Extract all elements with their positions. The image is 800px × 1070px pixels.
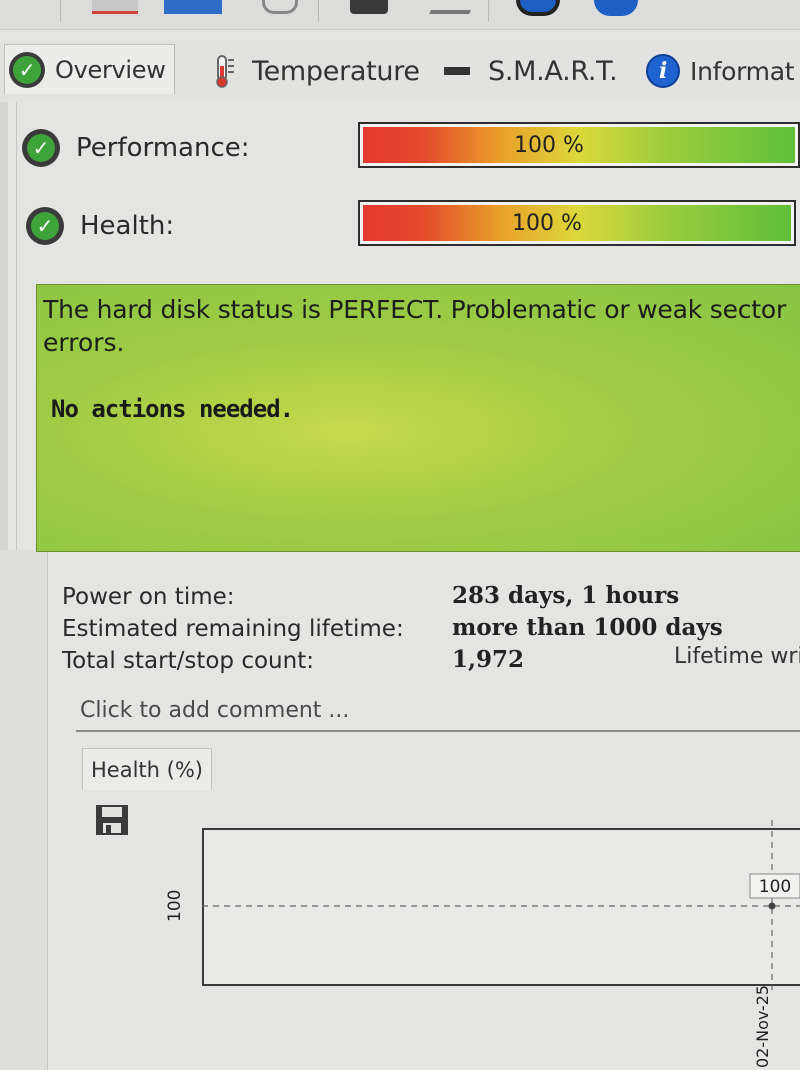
x-tick-label: 02-Nov-25 <box>753 985 772 1068</box>
toolbar <box>0 0 800 30</box>
left-pane-shade <box>0 550 48 1070</box>
power-on-value: 283 days, 1 hours <box>452 582 680 609</box>
tab-temperature[interactable]: Temperature <box>214 48 420 94</box>
start-stop-label: Total start/stop count: <box>62 648 314 674</box>
health-chart: 100 100 02-Nov-25 <box>165 820 800 1068</box>
toolbar-separator <box>318 0 319 22</box>
toolbar-icon-6[interactable] <box>516 0 560 16</box>
remaining-lifetime-value: more than 1000 days <box>452 614 723 641</box>
info-icon: i <box>646 54 680 88</box>
tab-overview[interactable]: ✓ Overview <box>4 44 175 94</box>
tab-information[interactable]: i Informat <box>646 48 795 94</box>
toolbar-icon-5[interactable] <box>429 0 475 14</box>
tab-label: Temperature <box>252 55 420 87</box>
tab-health-chart[interactable]: Health (%) <box>82 748 212 790</box>
toolbar-separator <box>60 0 61 22</box>
performance-percent: 100 % <box>514 132 584 158</box>
data-point <box>768 902 776 910</box>
status-action-text: No actions needed. <box>51 395 294 423</box>
toolbar-icon-1[interactable] <box>92 0 138 14</box>
performance-bar: 100 % <box>358 122 800 168</box>
check-circle-icon: ✓ <box>26 207 64 245</box>
tab-label: Overview <box>55 55 166 84</box>
power-on-label: Power on time: <box>62 584 235 610</box>
tab-smart[interactable]: S.M.A.R.T. <box>444 48 618 94</box>
thermometer-icon <box>214 54 240 88</box>
health-bar: 100 % <box>358 200 796 246</box>
save-icon[interactable] <box>95 804 129 836</box>
check-circle-icon: ✓ <box>22 129 60 167</box>
comment-field[interactable]: Click to add comment ... <box>76 694 800 732</box>
tab-label: S.M.A.R.T. <box>488 55 618 87</box>
toolbar-icon-3[interactable] <box>262 0 298 14</box>
health-label: Health: <box>80 211 175 241</box>
tab-label: Informat <box>690 56 795 86</box>
start-stop-value: 1,972 <box>452 646 525 673</box>
disk-icon <box>444 67 470 75</box>
status-message-line2: errors. <box>43 328 125 357</box>
toolbar-separator <box>488 0 489 22</box>
remaining-lifetime-label: Estimated remaining lifetime: <box>62 616 404 642</box>
toolbar-icon-4[interactable] <box>350 0 388 14</box>
performance-row: ✓ Performance: <box>22 126 250 170</box>
y-tick-label: 100 <box>165 890 185 922</box>
toolbar-icon-7[interactable] <box>594 0 638 16</box>
status-message-line1: The hard disk status is PERFECT. Problem… <box>43 295 787 324</box>
health-row: ✓ Health: <box>26 204 174 248</box>
lifetime-writes-label: Lifetime wri <box>674 644 800 669</box>
check-circle-icon: ✓ <box>9 51 45 88</box>
toolbar-icon-2[interactable] <box>164 0 222 14</box>
status-message-panel: The hard disk status is PERFECT. Problem… <box>36 284 800 552</box>
health-percent: 100 % <box>512 210 582 236</box>
data-label: 100 <box>759 877 791 897</box>
performance-label: Performance: <box>76 133 250 163</box>
